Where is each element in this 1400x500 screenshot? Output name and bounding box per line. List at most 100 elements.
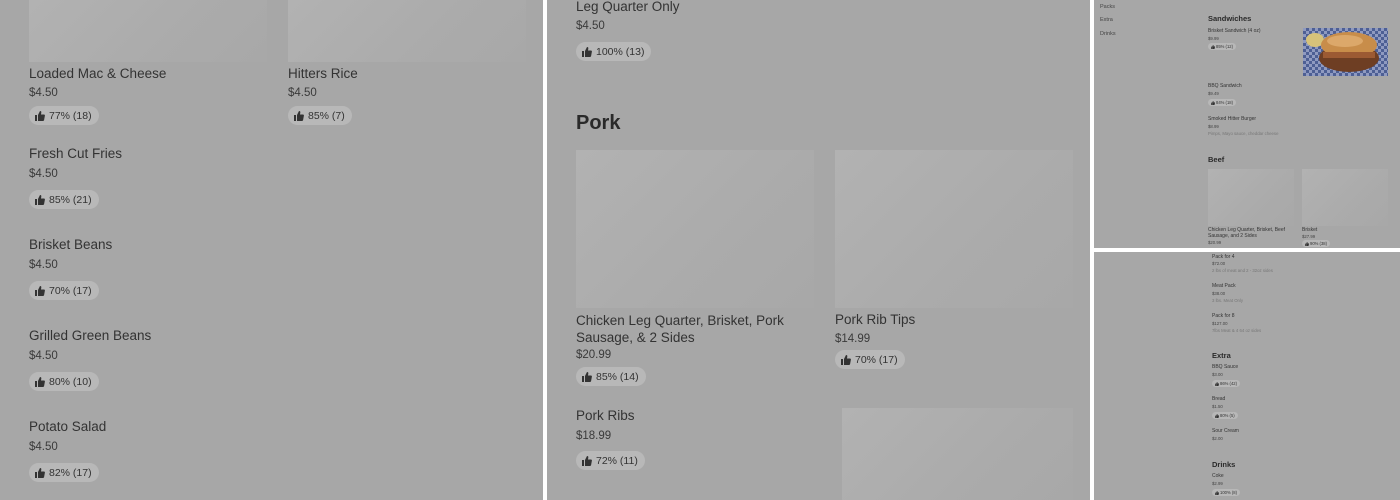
rating-text: 82% (17): [49, 466, 92, 479]
rating-badge: 85% (21): [29, 190, 99, 209]
item-price: $4.50: [29, 168, 58, 180]
rating-badge: 70% (17): [29, 281, 99, 300]
section-title-beef: Beef: [1208, 155, 1225, 164]
rating-badge: 85% (12): [1208, 43, 1236, 50]
item-image-brisket-sandwich[interactable]: [1303, 28, 1388, 76]
item-name[interactable]: Leg Quarter Only: [576, 0, 680, 14]
nav-item-extra[interactable]: Extra: [1100, 17, 1113, 23]
item-name[interactable]: Meat Pack: [1212, 283, 1236, 289]
item-price: $1.50: [1212, 404, 1223, 409]
item-name[interactable]: Smoked Hitter Burger: [1208, 116, 1256, 122]
item-image-beef-combo[interactable]: [1208, 169, 1294, 226]
item-name[interactable]: Sour Cream: [1212, 428, 1239, 434]
rating-badge: 70% (17): [835, 350, 905, 369]
nav-item-packs[interactable]: Packs: [1100, 4, 1115, 10]
item-name[interactable]: Loaded Mac & Cheese: [29, 66, 166, 81]
thumbs-up-icon: [582, 46, 592, 57]
item-name[interactable]: Brisket Beans: [29, 237, 112, 252]
section-title-sandwiches: Sandwiches: [1208, 14, 1252, 23]
sandwich-photo: [1303, 28, 1388, 76]
section-title-extra: Extra: [1212, 351, 1231, 360]
item-price: $72.00: [1212, 261, 1226, 266]
thumbs-up-icon: [1211, 100, 1215, 105]
rating-badge: 100% (8): [1212, 489, 1240, 496]
item-price: $4.50: [29, 87, 58, 99]
item-price: $2.00: [1212, 436, 1223, 441]
item-name[interactable]: BBQ Sauce: [1212, 364, 1238, 370]
item-name[interactable]: Chicken Leg Quarter, Brisket, Pork Sausa…: [576, 312, 816, 346]
thumbs-up-icon: [582, 455, 592, 466]
menu-panel-mini-packs: Pack for 4 $72.00 2 lbs of meat and 2 - …: [1094, 252, 1400, 500]
item-price: $9.49: [1208, 91, 1219, 96]
rating-badge: 90% (38): [1302, 240, 1330, 247]
item-price: $4.50: [29, 441, 58, 453]
section-title-drinks: Drinks: [1212, 460, 1236, 469]
thumbs-up-icon: [841, 354, 851, 365]
thumbs-up-icon: [294, 110, 304, 121]
rating-text: 100% (8): [1220, 490, 1237, 495]
thumbs-up-icon: [1211, 44, 1215, 49]
rating-badge: 77% (18): [29, 106, 99, 125]
menu-panel-mini-sandwiches: Packs Extra Drinks Sandwiches Brisket Sa…: [1094, 0, 1400, 248]
thumbs-up-icon: [1215, 381, 1219, 386]
item-price: $2.99: [1212, 481, 1223, 486]
item-name[interactable]: BBQ Sandwich: [1208, 83, 1242, 89]
nav-item-drinks[interactable]: Drinks: [1100, 31, 1116, 37]
rating-text: 72% (11): [596, 454, 638, 467]
thumbs-up-icon: [1305, 241, 1309, 246]
item-price: $4.50: [29, 350, 58, 362]
rating-text: 86% (42): [1220, 381, 1237, 386]
rating-text: 70% (17): [855, 353, 898, 366]
item-name[interactable]: Grilled Green Beans: [29, 328, 151, 343]
item-price: $18.99: [576, 430, 612, 442]
rating-text: 85% (21): [49, 193, 92, 206]
item-name[interactable]: Fresh Cut Fries: [29, 146, 122, 161]
item-price: $27.99: [1302, 234, 1316, 239]
item-image-pork-ribs[interactable]: [842, 408, 1073, 500]
rating-text: 84% (18): [1216, 100, 1233, 105]
thumbs-up-icon: [1215, 413, 1219, 418]
rating-badge: 80% (10): [29, 372, 99, 391]
thumbs-up-icon: [35, 376, 45, 387]
item-price: $127.00: [1212, 321, 1228, 326]
rating-badge: 85% (7): [288, 106, 352, 125]
rating-text: 80% (10): [49, 375, 92, 388]
item-description: 2 lbs of meat and 2 - 32oz sides: [1212, 268, 1273, 273]
item-name[interactable]: Potato Salad: [29, 419, 106, 434]
item-name[interactable]: Hitters Rice: [288, 66, 358, 81]
thumbs-up-icon: [1215, 490, 1219, 495]
item-price: $14.99: [835, 333, 871, 345]
item-name[interactable]: Pack for 4: [1212, 254, 1235, 260]
rating-badge: 84% (18): [1208, 99, 1236, 106]
thumbs-up-icon: [35, 110, 45, 121]
item-name[interactable]: Coke: [1212, 473, 1224, 479]
menu-panel-sides: Loaded Mac & Cheese $4.50 77% (18) Hitte…: [0, 0, 543, 500]
item-description: 3 lbs. Meat Only: [1212, 298, 1244, 303]
rating-badge: 80% (5): [1212, 412, 1238, 419]
item-name[interactable]: Brisket: [1302, 227, 1317, 233]
rating-text: 85% (14): [596, 370, 639, 383]
item-price: $20.99: [576, 349, 612, 361]
item-name[interactable]: Pork Rib Tips: [835, 312, 915, 327]
item-name[interactable]: Pork Ribs: [576, 408, 635, 423]
rating-text: 77% (18): [49, 109, 92, 122]
item-image-brisket[interactable]: [1302, 169, 1388, 226]
item-name[interactable]: Pack for 8: [1212, 313, 1235, 319]
rating-badge: 100% (13): [576, 42, 652, 61]
rating-badge: 85% (14): [576, 367, 646, 386]
item-image-loaded-mac[interactable]: [29, 0, 267, 62]
thumbs-up-icon: [582, 371, 592, 382]
item-image-combo[interactable]: [576, 150, 814, 308]
item-name[interactable]: Bread: [1212, 396, 1225, 402]
item-image-hitters-rice[interactable]: [288, 0, 526, 62]
item-name[interactable]: Brisket Sandwich (4 oz): [1208, 28, 1261, 34]
thumbs-up-icon: [35, 285, 45, 296]
rating-badge: 82% (17): [29, 463, 99, 482]
rating-text: 80% (5): [1220, 413, 1235, 418]
menu-panel-pork: Leg Quarter Only $4.50 100% (13) Pork Ch…: [547, 0, 1090, 500]
rating-badge: 72% (11): [576, 451, 645, 470]
item-image-pork-rib-tips[interactable]: [835, 150, 1073, 308]
rating-text: 90% (38): [1310, 241, 1327, 246]
item-price: $4.50: [576, 20, 605, 32]
item-name[interactable]: Chicken Leg Quarter, Brisket, Beef Sausa…: [1208, 227, 1294, 239]
